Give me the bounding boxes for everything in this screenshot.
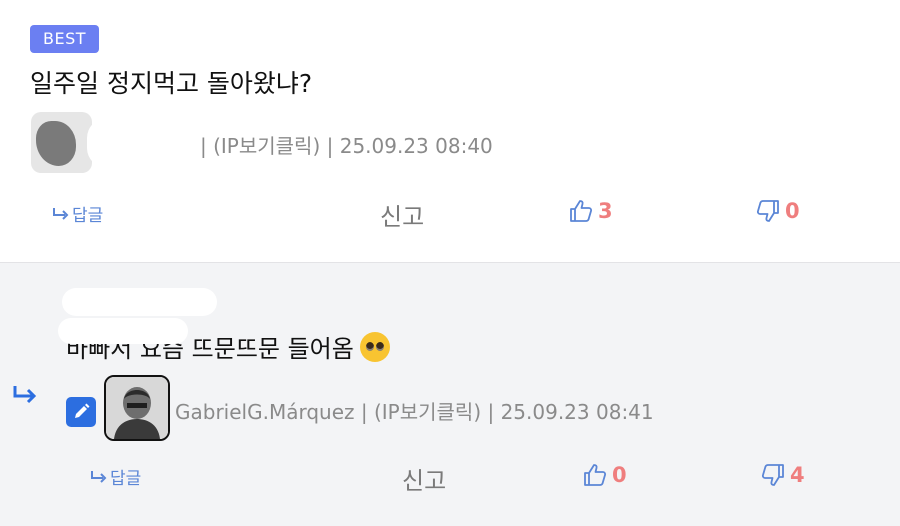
edit-button[interactable]	[66, 397, 96, 427]
redacted-area	[58, 318, 188, 344]
best-badge: BEST	[30, 25, 100, 53]
pencil-icon	[75, 403, 90, 418]
thumbs-down-icon	[756, 200, 779, 222]
dislike-button[interactable]: 0	[755, 198, 800, 224]
best-comment: BEST 일주일 정지먹고 돌아왔냐? | (IP보기클릭) | 25.09.2…	[0, 0, 900, 262]
reply-label: 답글	[72, 206, 104, 226]
reply-button[interactable]: 답글	[90, 464, 141, 489]
redacted-author-name	[87, 118, 197, 168]
report-button[interactable]: 신고	[380, 197, 424, 232]
reply-arrow-icon	[53, 207, 69, 220]
dislike-button[interactable]: 4	[760, 462, 805, 488]
avatar[interactable]	[31, 112, 92, 173]
thumbs-up-icon	[584, 464, 607, 486]
redacted-area	[62, 288, 217, 316]
like-button[interactable]: 0	[582, 462, 627, 488]
author-photo	[106, 377, 168, 439]
pleading-face-emoji	[359, 332, 390, 362]
comment-text: 일주일 정지먹고 돌아왔냐?	[30, 69, 313, 98]
dislike-count: 4	[790, 463, 805, 487]
reply-arrow-icon	[91, 470, 107, 483]
report-button[interactable]: 신고	[402, 461, 446, 496]
comment-meta[interactable]: | (IP보기클릭) | 25.09.23 08:40	[200, 130, 493, 159]
reply-button[interactable]: 답글	[52, 201, 103, 226]
reply-meta[interactable]: GabrielG.Márquez | (IP보기클릭) | 25.09.23 0…	[175, 396, 654, 425]
like-button[interactable]: 3	[568, 198, 613, 224]
thumbs-up-icon	[570, 200, 593, 222]
thumbs-down-icon	[761, 464, 784, 486]
avatar[interactable]	[104, 375, 170, 441]
like-count: 3	[598, 199, 613, 223]
reply-label: 답글	[110, 469, 142, 489]
like-count: 0	[612, 463, 627, 487]
dislike-count: 0	[785, 199, 800, 223]
reply-indent-arrow-icon	[13, 386, 37, 404]
